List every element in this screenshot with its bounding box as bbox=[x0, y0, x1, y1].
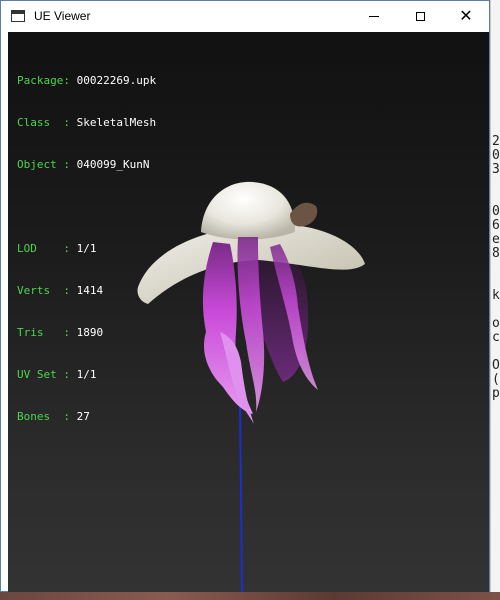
object-label: Object : bbox=[17, 158, 77, 171]
background-text-char: p bbox=[492, 386, 500, 401]
hat-crown bbox=[201, 181, 296, 240]
close-button[interactable]: ✕ bbox=[443, 1, 489, 31]
3d-viewport[interactable]: Package: 00022269.upk Class : SkeletalMe… bbox=[8, 32, 489, 592]
verts-label: Verts : bbox=[17, 284, 77, 297]
ue-viewer-window: UE Viewer ✕ Package: 00022269.upk Class … bbox=[0, 0, 490, 592]
background-text-char: e bbox=[492, 232, 500, 247]
background-text-char: 0 bbox=[492, 204, 500, 219]
info-spacer bbox=[17, 200, 156, 214]
window-controls: ✕ bbox=[351, 1, 489, 31]
minimize-button[interactable] bbox=[351, 1, 397, 31]
window-title: UE Viewer bbox=[34, 9, 91, 23]
background-text-char: c bbox=[492, 330, 500, 345]
package-value: 00022269.upk bbox=[76, 74, 157, 87]
verts-value: 1414 bbox=[76, 284, 104, 297]
tris-value: 1890 bbox=[76, 326, 104, 339]
bone-line bbox=[239, 401, 243, 592]
close-icon: ✕ bbox=[459, 6, 473, 25]
object-value: 040099_KunN bbox=[76, 158, 150, 171]
title-bar[interactable]: UE Viewer ✕ bbox=[1, 1, 489, 31]
lod-label: LOD : bbox=[17, 242, 77, 255]
background-text-char: ( bbox=[492, 372, 500, 387]
background-text-char: 6 bbox=[492, 218, 500, 233]
bones-label: Bones : bbox=[17, 410, 77, 423]
class-label: Class : bbox=[17, 116, 77, 129]
bones-value: 27 bbox=[76, 410, 90, 423]
maximize-icon bbox=[415, 11, 425, 21]
mesh-info-overlay: Package: 00022269.upk Class : SkeletalMe… bbox=[17, 46, 156, 452]
desktop-background-bottom bbox=[0, 592, 500, 600]
background-text-char: 0 bbox=[492, 148, 500, 163]
background-text-char: 8 bbox=[492, 246, 500, 261]
background-text-char: O bbox=[492, 358, 500, 373]
class-value: SkeletalMesh bbox=[76, 116, 157, 129]
background-text-char: 3 bbox=[492, 162, 500, 177]
background-text-char: o bbox=[492, 316, 500, 331]
background-text-char: k bbox=[492, 288, 500, 303]
uvset-label: UV Set : bbox=[17, 368, 77, 381]
package-label: Package: bbox=[17, 74, 77, 87]
tris-label: Tris : bbox=[17, 326, 77, 339]
background-window-edge: 2 0 3 0 6 e 8 k o c O(p bbox=[490, 0, 500, 600]
app-window-icon[interactable] bbox=[11, 10, 25, 22]
uvset-value: 1/1 bbox=[76, 368, 97, 381]
lod-value: 1/1 bbox=[76, 242, 97, 255]
minimize-icon bbox=[369, 15, 379, 17]
hat-ribbon bbox=[290, 202, 318, 227]
background-text-char: 2 bbox=[492, 134, 500, 149]
maximize-button[interactable] bbox=[397, 1, 443, 31]
